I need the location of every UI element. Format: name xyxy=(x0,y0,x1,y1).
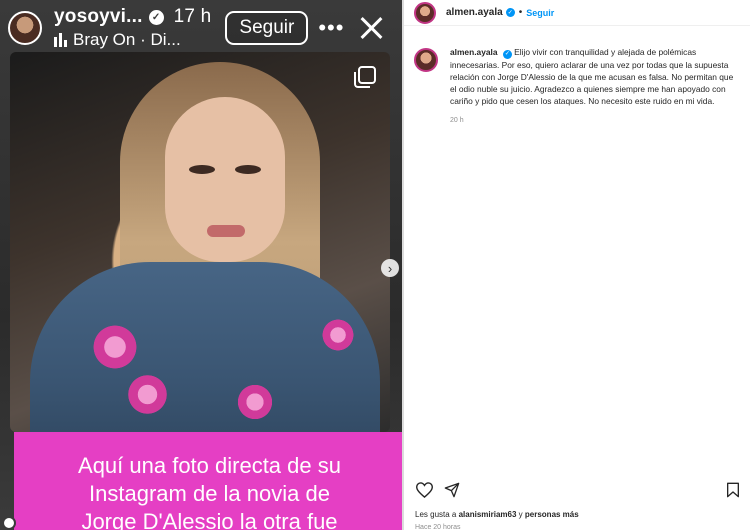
likes-others[interactable]: personas más xyxy=(525,510,579,519)
verified-badge-icon: ✓ xyxy=(505,8,515,17)
story-caption-line: Aquí una foto directa de su xyxy=(78,453,341,478)
story-meta: yosoyvi... ✓ 17 h Bray On · Di... xyxy=(54,6,211,50)
story-follow-button[interactable]: Seguir xyxy=(225,11,309,45)
likes-line: Les gusta a alanismiriam63 y personas má… xyxy=(415,510,579,519)
story-time: 17 h xyxy=(173,6,212,27)
post-username[interactable]: almen.ayala xyxy=(446,7,503,18)
story-avatar[interactable] xyxy=(8,11,42,45)
bookmark-icon[interactable] xyxy=(724,481,742,499)
photo-lips xyxy=(207,225,245,237)
photo-jacket xyxy=(30,262,380,432)
likes-prefix: Les gusta a xyxy=(415,510,457,519)
jacket-flower xyxy=(235,382,275,422)
post-panel: almen.ayala ✓ • Seguir almen.ayala ✓ Eli… xyxy=(404,0,750,531)
jacket-flower xyxy=(125,372,170,417)
post-follow-button[interactable]: Seguir xyxy=(526,8,554,18)
story-photo[interactable] xyxy=(10,52,390,432)
more-options-icon[interactable]: ••• xyxy=(318,17,344,39)
screenshot-root: › yosoyvi... ✓ 17 h Bray On · Di... Segu… xyxy=(0,0,750,531)
post-caption-block: almen.ayala ✓ Elijo vivir con tranquilid… xyxy=(404,26,750,127)
story-music-row[interactable]: Bray On · Di... xyxy=(54,30,211,50)
photo-eye-right xyxy=(235,165,261,174)
jacket-flower xyxy=(320,317,356,353)
post-avatar[interactable] xyxy=(414,1,436,24)
verified-badge-icon: ✓ xyxy=(148,9,164,25)
caption-time: 20 h xyxy=(450,116,464,124)
photo-face xyxy=(165,97,285,262)
post-header: almen.ayala ✓ • Seguir xyxy=(404,0,750,26)
likes-user[interactable]: alanismiriam63 xyxy=(459,510,517,519)
separator-dot: • xyxy=(518,7,523,18)
post-caption: almen.ayala ✓ Elijo vivir con tranquilid… xyxy=(450,46,740,127)
story-bottom-avatar xyxy=(2,516,16,530)
share-icon[interactable] xyxy=(443,481,461,499)
story-panel: › yosoyvi... ✓ 17 h Bray On · Di... Segu… xyxy=(0,0,402,530)
caption-verified-icon: ✓ xyxy=(502,49,512,59)
likes-suffix: y xyxy=(518,510,523,519)
story-caption-line: Jorge D'Alessio la otra fue xyxy=(81,509,338,530)
jacket-flower xyxy=(90,322,140,372)
story-caption: Aquí una foto directa de su Instagram de… xyxy=(14,432,402,530)
chevron-right-icon[interactable]: › xyxy=(381,259,399,277)
music-bars-icon xyxy=(54,33,67,47)
multiple-images-icon xyxy=(354,66,376,88)
caption-avatar[interactable] xyxy=(414,48,438,72)
photo-eye-left xyxy=(189,165,215,174)
story-username[interactable]: yosoyvi... xyxy=(54,6,143,28)
story-music-title: Bray On · Di... xyxy=(73,30,181,49)
close-icon[interactable] xyxy=(360,17,382,39)
story-header: yosoyvi... ✓ 17 h Bray On · Di... Seguir… xyxy=(0,0,402,56)
story-user-row: yosoyvi... ✓ 17 h xyxy=(54,6,211,28)
heart-icon[interactable] xyxy=(415,481,433,499)
story-caption-line: Instagram de la novia de xyxy=(89,481,330,506)
post-actions xyxy=(415,481,742,499)
caption-username[interactable]: almen.ayala xyxy=(450,47,498,57)
